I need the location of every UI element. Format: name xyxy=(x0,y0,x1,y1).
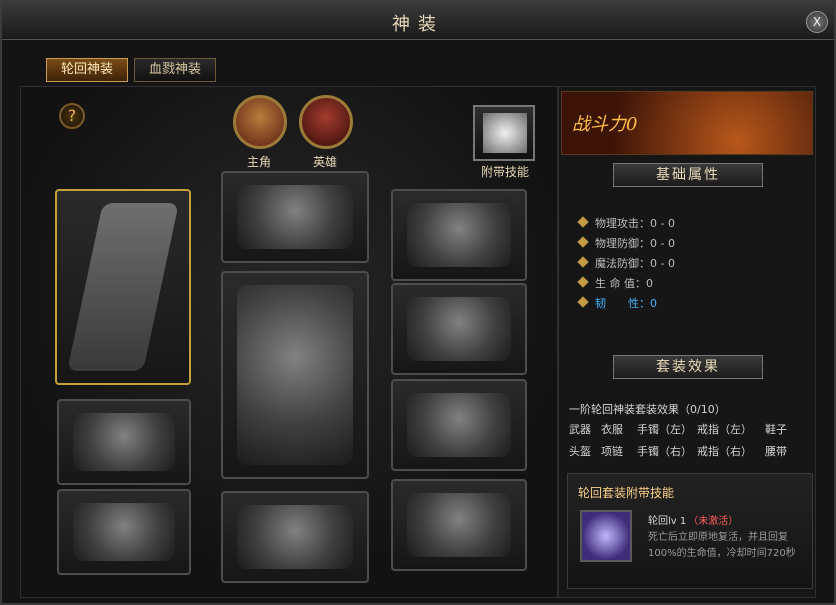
attr-hp: 生 命 值：0 xyxy=(577,275,653,291)
ring-left-slot[interactable] xyxy=(391,379,527,471)
set-skill-name: 轮回lv 1 （未激活） xyxy=(648,512,738,527)
base-attrs-title: 基础属性 xyxy=(613,163,763,187)
attr-magic-defense: 魔法防御：0 - 0 xyxy=(577,255,675,271)
set-item: 戒指（左） xyxy=(697,423,752,436)
combat-power-banner: 战斗力0 xyxy=(561,91,813,155)
combat-power-label: 战斗力0 xyxy=(572,114,638,135)
main-character-label: 主角 xyxy=(246,155,271,169)
tab-bar: 轮回神装 血戮神装 xyxy=(46,58,217,82)
set-item: 手镯（右） xyxy=(637,445,692,458)
close-button[interactable]: X xyxy=(806,11,828,33)
bullet-icon xyxy=(577,256,589,268)
set-item: 项链 xyxy=(601,445,623,458)
tab-bloodkill[interactable]: 血戮神装 xyxy=(134,58,217,82)
set-items-grid: 武器 衣服 手镯（左） 戒指（左） 鞋子 头盔 项链 手镯（右） 戒指（右） 腰… xyxy=(569,421,813,459)
helmet-icon xyxy=(237,185,353,249)
set-item: 戒指（右） xyxy=(697,445,752,458)
set-skill-box: 轮回套装附带技能 轮回lv 1 （未激活） 死亡后立即原地复活，并且回复100%的… xyxy=(567,473,813,589)
bracelet-right-slot[interactable] xyxy=(57,489,191,575)
bracelet-left-slot[interactable] xyxy=(57,399,191,485)
equipment-panel: ? 主角 英雄 附带技能 xyxy=(20,86,558,598)
bullet-icon xyxy=(577,296,589,308)
helmet-slot[interactable] xyxy=(221,171,369,263)
tab-reincarnation[interactable]: 轮回神装 xyxy=(46,58,129,82)
set-effect-title: 套装效果 xyxy=(613,355,763,379)
hero-portrait[interactable] xyxy=(299,95,353,149)
set-item: 手镯（左） xyxy=(637,423,692,436)
ring-icon xyxy=(407,393,511,457)
bullet-icon xyxy=(577,276,589,288)
reincarnation-skill-icon[interactable] xyxy=(580,510,632,562)
boots-icon xyxy=(407,297,511,361)
set-skill-description: 死亡后立即原地复活，并且回复100%的生命值，冷却时间720秒 xyxy=(648,532,796,559)
attr-text: 物理防御：0 - 0 xyxy=(595,237,675,250)
attr-text: 物理攻击：0 - 0 xyxy=(595,217,675,230)
bracelet-icon xyxy=(73,413,175,471)
set-item: 鞋子 xyxy=(765,423,787,436)
armor-icon xyxy=(237,285,353,465)
set-skill-title: 轮回套装附带技能 xyxy=(578,486,675,500)
wing-icon xyxy=(483,113,527,153)
titlebar: 神装 X xyxy=(2,2,834,40)
window-title: 神装 xyxy=(392,14,444,35)
stats-panel: 战斗力0 基础属性 物理攻击：0 - 0 物理防御：0 - 0 魔法防御：0 -… xyxy=(558,86,816,598)
attr-toughness: 韧 性：0 xyxy=(577,295,657,311)
necklace-slot[interactable] xyxy=(391,189,527,281)
set-item: 衣服 xyxy=(601,423,623,436)
bracelet-icon xyxy=(73,503,175,561)
attached-skill-label: 附带技能 xyxy=(480,165,529,179)
main-character-portrait[interactable] xyxy=(233,95,287,149)
set-effect-header: 一阶轮回神装套装效果（0/10） xyxy=(569,403,726,416)
armor-slot[interactable] xyxy=(221,271,369,479)
hero-label: 英雄 xyxy=(312,155,337,169)
weapon-slot[interactable] xyxy=(55,189,191,385)
ring-right-slot[interactable] xyxy=(391,479,527,571)
necklace-icon xyxy=(407,203,511,267)
set-item: 腰带 xyxy=(765,445,787,458)
sword-icon xyxy=(67,203,179,371)
attached-skill-button[interactable] xyxy=(473,105,535,161)
equipment-window: 神装 X 轮回神装 血戮神装 ? 主角 英雄 附带技能 战斗力0 基础属性 物理… xyxy=(0,0,836,605)
bullet-icon xyxy=(577,216,589,228)
attr-physical-defense: 物理防御：0 - 0 xyxy=(577,235,675,251)
attr-text: 魔法防御：0 - 0 xyxy=(595,257,675,270)
belt-icon xyxy=(237,505,353,569)
set-item: 武器 xyxy=(569,423,591,436)
help-button[interactable]: ? xyxy=(59,103,85,129)
boots-slot[interactable] xyxy=(391,283,527,375)
set-item: 头盔 xyxy=(569,445,591,458)
attr-text: 韧 性：0 xyxy=(595,297,657,310)
set-skill-name-text: 轮回lv 1 xyxy=(648,516,687,527)
attr-text: 生 命 值：0 xyxy=(595,277,653,290)
bullet-icon xyxy=(577,236,589,248)
belt-slot[interactable] xyxy=(221,491,369,583)
attr-physical-attack: 物理攻击：0 - 0 xyxy=(577,215,675,231)
set-skill-status: （未激活） xyxy=(688,516,739,527)
ring-icon xyxy=(407,493,511,557)
